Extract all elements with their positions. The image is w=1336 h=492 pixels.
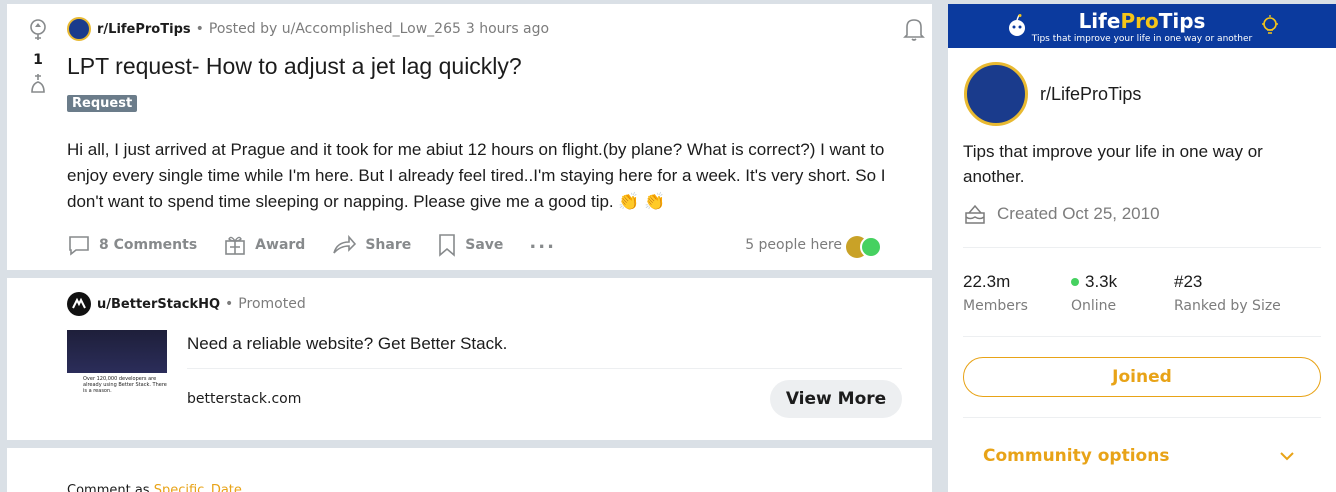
comment-icon <box>69 236 89 256</box>
meta-separator: • <box>195 21 204 37</box>
comments-label: 8 Comments <box>99 237 198 253</box>
stat-rank: #23 Ranked by Size <box>1174 272 1281 314</box>
people-here: 5 people here <box>745 237 842 253</box>
lightbulb-icon <box>1262 15 1278 34</box>
post-flair[interactable]: Request <box>67 95 138 112</box>
divider <box>963 417 1321 418</box>
post-title[interactable]: LPT request- How to adjust a jet lag qui… <box>67 53 522 80</box>
subreddit-icon[interactable] <box>67 17 91 41</box>
award-button[interactable]: Award <box>223 233 305 257</box>
promoted-post: u/BetterStackHQ • Promoted Over 120,000 … <box>7 278 932 440</box>
save-label: Save <box>465 237 504 253</box>
ad-domain[interactable]: betterstack.com <box>187 391 301 407</box>
comment-section: Comment as Specific_Date <box>7 448 932 492</box>
stat-members: 22.3m Members <box>963 272 1028 314</box>
divider <box>187 368 902 369</box>
cake-icon <box>965 204 985 224</box>
community-name[interactable]: r/LifeProTips <box>1040 84 1141 105</box>
community-sidebar: LifeProTips Tips that improve your life … <box>948 4 1336 492</box>
share-label: Share <box>365 237 412 253</box>
divider <box>963 247 1321 248</box>
comment-user-link[interactable]: Specific_Date <box>154 483 242 492</box>
post-card: 1 r/LifeProTips • Posted by u/Accomplish… <box>7 4 932 270</box>
separator <box>7 270 932 278</box>
ad-thumbnail-text: Over 120,000 developers are already usin… <box>83 376 167 394</box>
post-body: Hi all, I just arrived at Prague and it … <box>67 140 886 211</box>
joined-button[interactable]: Joined <box>963 357 1321 397</box>
post-meta: r/LifeProTips • Posted by u/Accomplished… <box>67 17 549 41</box>
share-button[interactable]: Share <box>331 233 411 257</box>
stat-value: 22.3m <box>963 272 1011 291</box>
created-date: Created Oct 25, 2010 <box>963 203 1160 225</box>
bell-icon[interactable] <box>902 16 926 42</box>
community-description: Tips that improve your life in one way o… <box>963 142 1263 186</box>
community-banner: LifeProTips Tips that improve your life … <box>948 4 1336 48</box>
award-label: Award <box>255 237 306 253</box>
ad-meta: u/BetterStackHQ • Promoted <box>67 292 306 316</box>
betterstack-logo[interactable] <box>67 292 91 316</box>
promoted-label: Promoted <box>238 296 306 312</box>
save-button[interactable]: Save <box>437 233 503 257</box>
comments-button[interactable]: 8 Comments <box>67 233 197 257</box>
stat-online: 3.3k Online <box>1071 272 1117 314</box>
stat-label: Ranked by Size <box>1174 298 1281 314</box>
share-icon <box>333 234 357 254</box>
banner-title-part: Pro <box>1120 9 1159 33</box>
stat-value: 3.3k <box>1085 272 1118 291</box>
divider <box>963 336 1321 337</box>
ad-headline[interactable]: Need a reliable website? Get Better Stac… <box>187 334 507 354</box>
created-text: Created Oct 25, 2010 <box>997 204 1160 223</box>
separator <box>7 440 932 448</box>
community-options-toggle[interactable]: Community options <box>983 446 1169 466</box>
view-more-button[interactable]: View More <box>770 380 902 418</box>
gift-icon <box>225 236 245 255</box>
upvote-icon[interactable] <box>28 18 48 42</box>
comment-as-prefix: Comment as <box>67 483 150 492</box>
downvote-icon[interactable] <box>28 72 48 96</box>
stat-label: Online <box>1071 298 1117 314</box>
meta-separator: • <box>225 296 234 312</box>
bookmark-icon <box>439 234 456 257</box>
post-actions: 8 Comments Award Share Save ... <box>67 232 582 257</box>
posted-by[interactable]: Posted by u/Accomplished_Low_265 <box>209 21 461 37</box>
vote-column: 1 <box>21 18 55 100</box>
ad-thumbnail[interactable]: Over 120,000 developers are already usin… <box>67 330 167 402</box>
banner-title-part: Tips <box>1158 9 1206 33</box>
banner-title-part: Life <box>1078 9 1121 33</box>
ad-user-link[interactable]: u/BetterStackHQ <box>97 297 220 312</box>
vote-count: 1 <box>33 52 43 68</box>
stat-label: Members <box>963 298 1028 314</box>
post-time: 3 hours ago <box>465 21 550 37</box>
more-options-button[interactable]: ... <box>529 232 556 253</box>
comment-as: Comment as Specific_Date <box>67 483 242 492</box>
stat-value-wrap: 3.3k <box>1071 272 1117 292</box>
community-icon[interactable] <box>964 62 1028 126</box>
avatar <box>860 236 882 258</box>
people-avatars <box>846 236 882 258</box>
online-indicator-icon <box>1071 278 1079 286</box>
stat-value: #23 <box>1174 272 1203 291</box>
chevron-down-icon[interactable] <box>1279 450 1295 462</box>
subreddit-link[interactable]: r/LifeProTips <box>97 22 191 37</box>
